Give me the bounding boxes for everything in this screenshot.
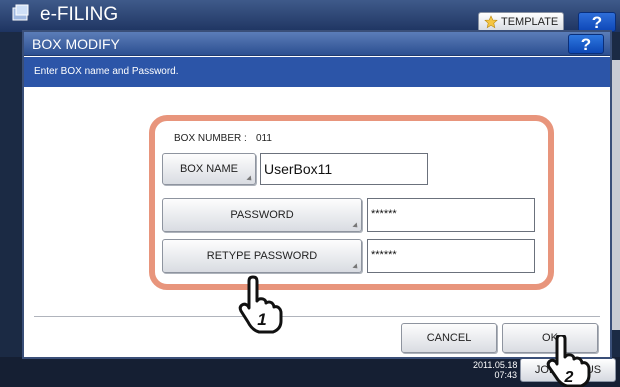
corner-arrow-icon <box>352 263 360 271</box>
clock-date: 2011.05.18 <box>473 360 518 370</box>
box-name-button-label: BOX NAME <box>179 163 239 175</box>
template-button[interactable]: TEMPLATE <box>478 12 564 32</box>
box-modify-dialog: BOX MODIFY ? Enter BOX name and Password… <box>22 30 612 359</box>
password-button[interactable]: PASSWORD <box>162 198 362 232</box>
retype-password-button[interactable]: RETYPE PASSWORD <box>162 239 362 273</box>
box-number-separator: : <box>244 133 247 144</box>
retype-password-field[interactable]: ****** <box>367 239 535 273</box>
box-number-label: BOX NUMBER <box>174 133 242 144</box>
instruction-message: Enter BOX name and Password. <box>34 66 179 77</box>
app-header: e-FILING TEMPLATE ? <box>0 0 620 32</box>
dialog-title-bar: BOX MODIFY ? <box>24 32 610 56</box>
e-filing-logo-icon <box>12 4 29 21</box>
dialog-help-button[interactable]: ? <box>568 34 604 54</box>
message-bar: Enter BOX name and Password. <box>24 57 610 87</box>
corner-arrow-icon <box>352 222 360 230</box>
pointing-hand-icon: 2 <box>546 335 591 387</box>
step-1-number: 1 <box>257 310 266 329</box>
cancel-button[interactable]: CANCEL <box>401 323 497 353</box>
dialog-body: BOX NUMBER : 011 BOX NAME UserBox11 PASS… <box>24 87 610 357</box>
password-button-label: PASSWORD <box>230 209 294 221</box>
clock: 2011.05.18 07:43 <box>473 360 517 380</box>
corner-arrow-icon <box>246 175 254 183</box>
password-field[interactable]: ****** <box>367 198 535 232</box>
step-2-number: 2 <box>564 369 574 386</box>
star-icon <box>484 15 498 29</box>
box-name-button[interactable]: BOX NAME <box>162 153 256 185</box>
dialog-divider <box>34 316 600 317</box>
dialog-title: BOX MODIFY <box>32 36 120 52</box>
app-help-button[interactable]: ? <box>578 12 616 32</box>
clock-time: 07:43 <box>494 370 517 380</box>
app-title: e-FILING <box>40 4 119 25</box>
retype-password-button-label: RETYPE PASSWORD <box>206 250 318 262</box>
pointing-hand-icon: 1 <box>238 275 283 334</box>
box-name-field[interactable]: UserBox11 <box>260 153 428 185</box>
box-number-value: 011 <box>256 133 272 144</box>
template-button-label: TEMPLATE <box>501 16 559 28</box>
